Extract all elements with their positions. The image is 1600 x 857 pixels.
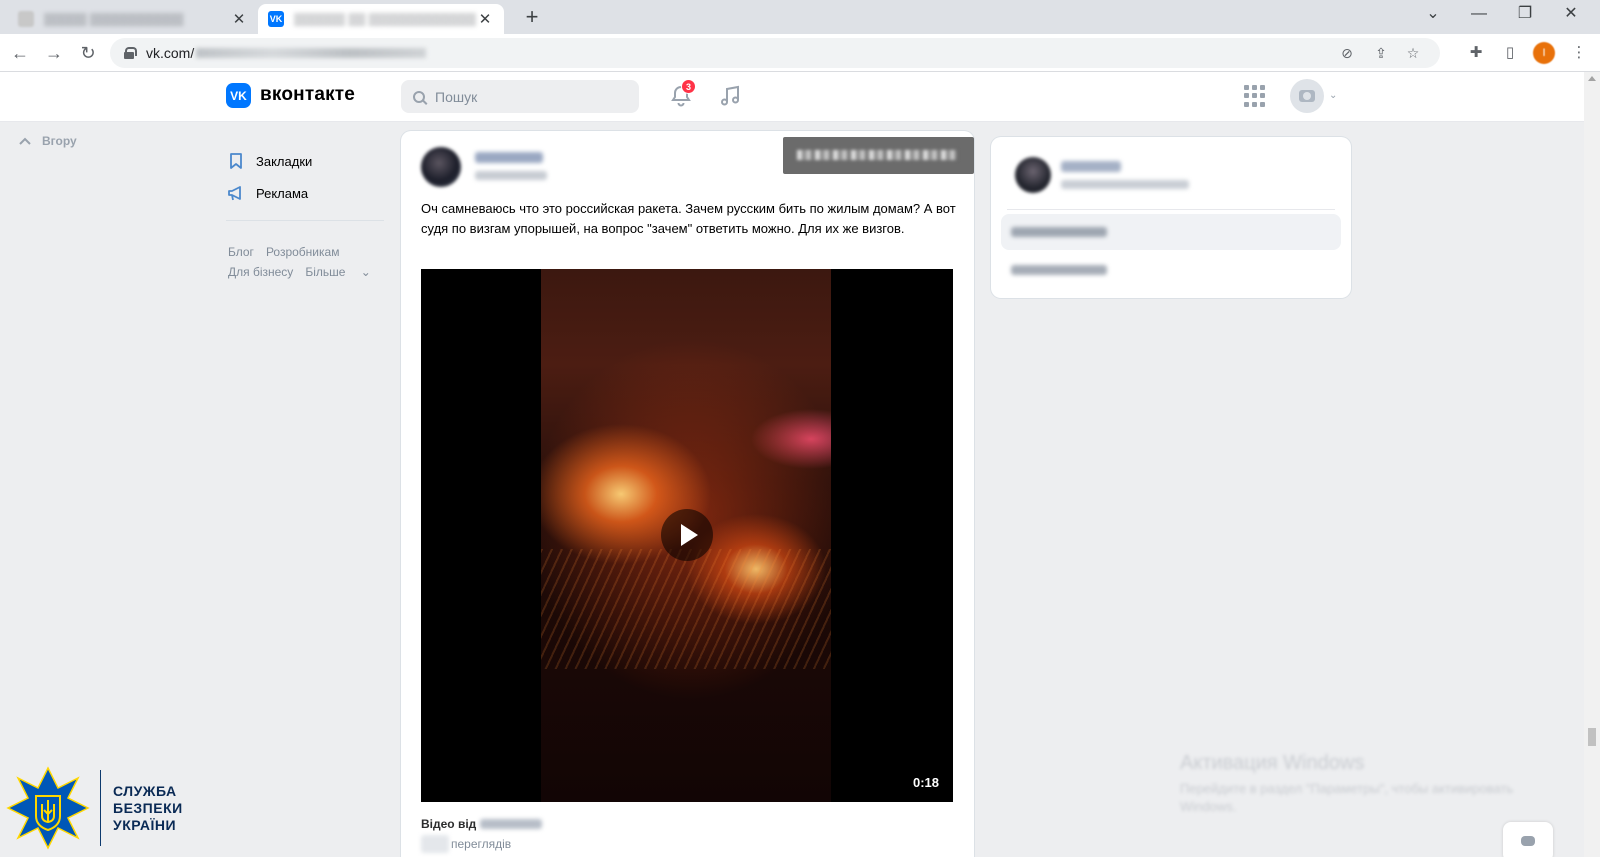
window-close-icon[interactable]: ✕ xyxy=(1548,0,1594,30)
url-redacted xyxy=(196,48,427,58)
tab-close-icon[interactable]: ✕ xyxy=(230,10,248,28)
menu-item[interactable] xyxy=(1011,265,1107,275)
vk-logo-icon[interactable]: VK xyxy=(226,83,251,108)
reload-icon[interactable]: ↻ xyxy=(74,39,102,67)
play-icon[interactable] xyxy=(661,509,713,561)
browser-toolbar: ← → ↻ vk.com/ ⊘ ⇪ ☆ ✚ ▯ I ⋮ xyxy=(0,34,1600,72)
menu-item-selected[interactable] xyxy=(1001,214,1341,250)
search-placeholder: Пошук xyxy=(435,88,478,105)
forward-arrow-icon[interactable]: → xyxy=(40,39,68,67)
post-text: Оч самневаюсь что это российская ракета.… xyxy=(421,201,956,236)
video-player[interactable]: 0:18 xyxy=(421,269,953,802)
address-bar[interactable]: vk.com/ ⊘ ⇪ ☆ xyxy=(110,38,1440,68)
scrollbar-thumb[interactable] xyxy=(1588,728,1596,746)
profile-avatar[interactable] xyxy=(1015,157,1051,193)
extensions-puzzle-icon[interactable]: ✚ xyxy=(1462,39,1490,67)
back-arrow-icon[interactable]: ← xyxy=(6,39,34,67)
side-panel-icon[interactable]: ▯ xyxy=(1496,39,1524,67)
divider xyxy=(226,220,384,221)
apps-grid-icon[interactable] xyxy=(1244,85,1266,107)
chevron-up-icon xyxy=(19,137,31,145)
user-avatar-camera-icon[interactable] xyxy=(1290,79,1324,113)
site-favicon-icon xyxy=(18,11,34,27)
music-icon[interactable] xyxy=(718,84,742,108)
star-icon[interactable]: ☆ xyxy=(1398,38,1428,68)
profile-subtitle-redacted xyxy=(1061,180,1189,189)
browser-tab[interactable]: ▒▒▒▒▒ ▒▒▒▒▒▒▒▒▒▒▒ ✕ xyxy=(8,4,258,34)
sbu-emblem-icon xyxy=(6,766,90,850)
bookmark-icon xyxy=(230,153,242,169)
video-title[interactable]: Відео від xyxy=(421,817,542,831)
tab-close-icon[interactable]: ✕ xyxy=(476,10,494,28)
profile-card xyxy=(991,137,1351,298)
restore-icon[interactable]: ❐ xyxy=(1502,0,1548,30)
video-frame-sparks xyxy=(541,549,831,669)
video-views: переглядів xyxy=(421,835,511,853)
sbu-name: СЛУЖБА БЕЗПЕКИ УКРАЇНИ xyxy=(113,782,183,833)
sidebar-item-label: Реклама xyxy=(256,185,309,201)
footer-link-business[interactable]: Для бізнесу xyxy=(228,265,293,279)
windows-activation-title: Активация Windows xyxy=(1180,752,1365,774)
notification-badge: 3 xyxy=(681,79,696,94)
back-to-top-button[interactable]: Вгору xyxy=(18,134,77,148)
post-author-name-redacted[interactable] xyxy=(475,152,543,163)
tab-search-chevron-icon[interactable]: ⌄ xyxy=(1410,0,1456,30)
profile-avatar[interactable]: I xyxy=(1533,42,1555,64)
eye-off-icon[interactable]: ⊘ xyxy=(1332,38,1362,68)
vk-brand-name[interactable]: вконтакте xyxy=(260,84,355,106)
url-text: vk.com/ xyxy=(146,45,195,61)
footer-link-blog[interactable]: Блог xyxy=(228,245,254,259)
post-author-avatar[interactable] xyxy=(421,147,461,187)
video-duration: 0:18 xyxy=(912,775,939,790)
post-date-redacted xyxy=(475,171,547,180)
wall-post: Оч самневаюсь что это российская ракета.… xyxy=(401,131,974,857)
minimize-icon[interactable]: — xyxy=(1456,0,1502,30)
lock-icon xyxy=(124,47,137,59)
megaphone-icon xyxy=(228,186,241,201)
divider xyxy=(1007,209,1335,210)
vk-header: VK вконтакте Пошук 3 ⌄ xyxy=(0,72,1584,122)
footer-link-more[interactable]: Більше ⌄ xyxy=(305,265,371,279)
windows-activation-subtitle: Перейдите в раздел "Параметры", чтобы ак… xyxy=(1180,781,1514,814)
sidebar-item-label: Закладки xyxy=(256,153,313,169)
sbu-logo-block: СЛУЖБА БЕЗПЕКИ УКРАЇНИ xyxy=(6,766,183,850)
new-tab-plus-icon[interactable]: + xyxy=(518,3,546,31)
timestamp-redacted-overlay xyxy=(783,137,974,174)
left-nav: Закладки Реклама xyxy=(226,145,386,209)
share-icon[interactable]: ⇪ xyxy=(1366,38,1396,68)
back-to-top-label: Вгору xyxy=(42,134,77,148)
sidebar-item-bookmarks[interactable]: Закладки xyxy=(226,145,386,177)
browser-tab-active[interactable]: VK ▒▒▒▒▒▒ ▒▒ ▒▒▒▒▒▒▒▒▒▒▒▒▒▒ ✕ xyxy=(258,4,504,34)
scrollbar[interactable] xyxy=(1584,72,1600,857)
sidebar-item-ads[interactable]: Реклама xyxy=(226,177,386,209)
footer-link-developers[interactable]: Розробникам xyxy=(266,245,340,259)
browser-menu-icon[interactable]: ⋮ xyxy=(1565,39,1593,67)
search-icon xyxy=(413,90,425,103)
chevron-down-icon[interactable]: ⌄ xyxy=(1329,90,1337,101)
profile-name-redacted[interactable] xyxy=(1061,161,1121,172)
chat-bubble-icon[interactable] xyxy=(1503,822,1553,857)
tab-title: ▒▒▒▒▒▒ ▒▒ ▒▒▒▒▒▒▒▒▒▒▒▒▒▒ xyxy=(294,12,476,26)
tab-title: ▒▒▒▒▒ ▒▒▒▒▒▒▒▒▒▒▒ xyxy=(44,12,184,26)
footer-links: Блог Розробникам Для бізнесу Більше ⌄ xyxy=(228,242,388,282)
vk-favicon-icon: VK xyxy=(268,11,284,27)
scroll-up-icon[interactable] xyxy=(1588,76,1596,81)
search-input[interactable]: Пошук xyxy=(401,80,639,113)
browser-tab-strip: ▒▒▒▒▒ ▒▒▒▒▒▒▒▒▒▒▒ ✕ VK ▒▒▒▒▒▒ ▒▒ ▒▒▒▒▒▒▒… xyxy=(0,0,1600,34)
